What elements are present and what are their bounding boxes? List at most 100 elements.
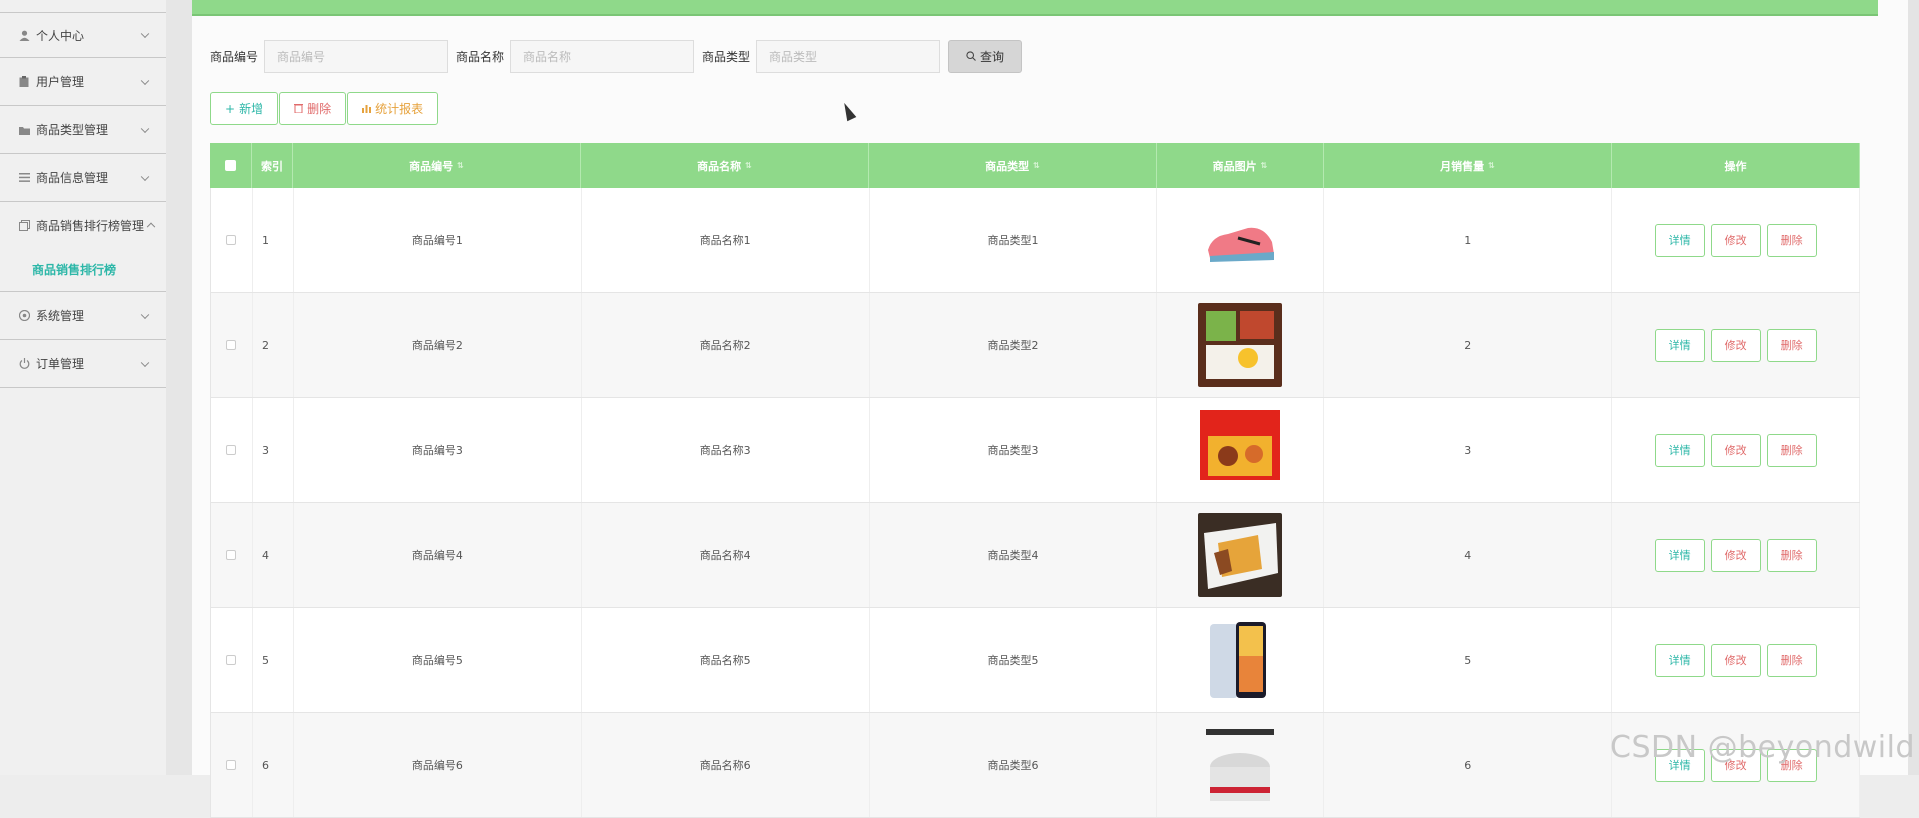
watermark: CSDN @beyondwild <box>1610 730 1915 765</box>
sidebar-item-product-info[interactable]: 商品信息管理 <box>0 154 166 202</box>
row-checkbox[interactable] <box>211 188 253 292</box>
header-image-label: 商品图片 <box>1213 158 1257 174</box>
detail-button[interactable]: 详情 <box>1655 434 1705 467</box>
mouse-cursor-icon <box>840 101 857 122</box>
sidebar-item-profile[interactable]: 个人中心 <box>0 12 166 58</box>
sidebar-item-users[interactable]: 用户管理 <box>0 58 166 106</box>
row-index: 4 <box>253 503 294 607</box>
detail-button[interactable]: 详情 <box>1655 329 1705 362</box>
row-code: 商品编号2 <box>294 293 582 397</box>
copy-icon <box>18 219 30 231</box>
type-label: 商品类型 <box>702 48 750 65</box>
sort-icon: ⇅ <box>457 161 464 170</box>
product-image[interactable] <box>1198 513 1282 597</box>
product-image[interactable] <box>1198 408 1282 492</box>
row-checkbox[interactable] <box>211 398 253 502</box>
header-image[interactable]: 商品图片 ⇅ <box>1157 143 1324 188</box>
row-name: 商品名称1 <box>582 188 870 292</box>
settings-icon <box>18 310 30 322</box>
row-index: 2 <box>253 293 294 397</box>
chevron-down-icon <box>141 76 149 84</box>
row-code: 商品编号4 <box>294 503 582 607</box>
row-checkbox[interactable] <box>211 503 253 607</box>
row-delete-button[interactable]: 删除 <box>1767 224 1817 257</box>
row-code: 商品编号6 <box>294 713 582 817</box>
row-name: 商品名称4 <box>582 503 870 607</box>
row-name: 商品名称6 <box>582 713 870 817</box>
row-delete-button[interactable]: 删除 <box>1767 434 1817 467</box>
row-delete-button[interactable]: 删除 <box>1767 539 1817 572</box>
product-image[interactable] <box>1198 618 1282 702</box>
list-icon <box>18 172 30 184</box>
row-index: 5 <box>253 608 294 712</box>
sort-icon: ⇅ <box>1261 161 1268 170</box>
header-code-label: 商品编号 <box>409 158 453 174</box>
select-all-checkbox[interactable] <box>210 143 252 188</box>
code-input[interactable] <box>264 40 448 73</box>
edit-button[interactable]: 修改 <box>1711 329 1761 362</box>
chevron-up-icon <box>147 223 155 231</box>
header-sales[interactable]: 月销售量⇅ <box>1324 143 1612 188</box>
query-button[interactable]: 查询 <box>948 40 1022 73</box>
row-checkbox[interactable] <box>211 713 253 817</box>
delete-button[interactable]: 删除 <box>279 92 346 125</box>
edit-button[interactable]: 修改 <box>1711 224 1761 257</box>
header-name[interactable]: 商品名称⇅ <box>581 143 869 188</box>
stats-button[interactable]: 统计报表 <box>347 92 438 125</box>
plus-icon: + <box>225 102 235 116</box>
sort-icon: ⇅ <box>745 161 752 170</box>
name-input[interactable] <box>510 40 694 73</box>
detail-button[interactable]: 详情 <box>1655 224 1705 257</box>
name-label: 商品名称 <box>456 48 504 65</box>
sidebar-subitem-sales-ranking[interactable]: 商品销售排行榜 <box>0 248 166 292</box>
add-button[interactable]: +新增 <box>210 92 278 125</box>
product-image[interactable] <box>1198 723 1282 807</box>
sidebar-gutter <box>166 0 192 775</box>
table-row: 2 商品编号2 商品名称2 商品类型2 2 详情 修改 删除 <box>210 293 1860 398</box>
row-index: 6 <box>253 713 294 817</box>
power-icon <box>18 358 30 370</box>
row-checkbox[interactable] <box>211 608 253 712</box>
row-delete-button[interactable]: 删除 <box>1767 644 1817 677</box>
row-sales: 2 <box>1324 293 1612 397</box>
header-type[interactable]: 商品类型⇅ <box>869 143 1157 188</box>
row-sales: 1 <box>1324 188 1612 292</box>
sidebar-item-label: 商品销售排行榜管理 <box>36 217 144 234</box>
row-name: 商品名称3 <box>582 398 870 502</box>
scrollbar-track[interactable] <box>1908 0 1919 775</box>
header-actions: 操作 <box>1612 143 1860 188</box>
product-image[interactable] <box>1198 198 1282 282</box>
table-header: 索引 商品编号⇅ 商品名称⇅ 商品类型⇅ 商品图片⇅ 月销售量⇅ 操作 <box>210 143 1860 188</box>
product-image[interactable] <box>1198 303 1282 387</box>
row-actions: 详情 修改 删除 <box>1612 503 1860 607</box>
edit-button[interactable]: 修改 <box>1711 539 1761 572</box>
row-code: 商品编号1 <box>294 188 582 292</box>
row-checkbox[interactable] <box>211 293 253 397</box>
edit-button[interactable]: 修改 <box>1711 434 1761 467</box>
chevron-down-icon <box>141 30 149 38</box>
search-bar: 商品编号 商品名称 商品类型 查询 <box>210 40 1022 73</box>
sort-icon: ⇅ <box>1488 161 1495 170</box>
sidebar-item-sales-ranking[interactable]: 商品销售排行榜管理 <box>0 202 166 248</box>
sidebar-item-product-types[interactable]: 商品类型管理 <box>0 106 166 154</box>
chevron-down-icon <box>141 172 149 180</box>
type-input[interactable] <box>756 40 940 73</box>
sidebar-item-system[interactable]: 系统管理 <box>0 292 166 340</box>
sidebar-item-orders[interactable]: 订单管理 <box>0 340 166 388</box>
clipboard-icon <box>18 76 30 88</box>
row-index: 1 <box>253 188 294 292</box>
row-actions: 详情 修改 删除 <box>1612 713 1860 817</box>
stats-label: 统计报表 <box>375 100 423 117</box>
chevron-down-icon <box>141 358 149 366</box>
edit-button[interactable]: 修改 <box>1711 644 1761 677</box>
detail-button[interactable]: 详情 <box>1655 539 1705 572</box>
table-row: 3 商品编号3 商品名称3 商品类型3 3 详情 修改 删除 <box>210 398 1860 503</box>
header-bar <box>192 0 1878 16</box>
sidebar-item-label: 商品类型管理 <box>36 121 108 138</box>
row-delete-button[interactable]: 删除 <box>1767 329 1817 362</box>
header-code[interactable]: 商品编号 ⇅ <box>293 143 581 188</box>
row-actions: 详情 修改 删除 <box>1612 398 1860 502</box>
code-label: 商品编号 <box>210 48 258 65</box>
row-actions: 详情 修改 删除 <box>1612 188 1860 292</box>
detail-button[interactable]: 详情 <box>1655 644 1705 677</box>
